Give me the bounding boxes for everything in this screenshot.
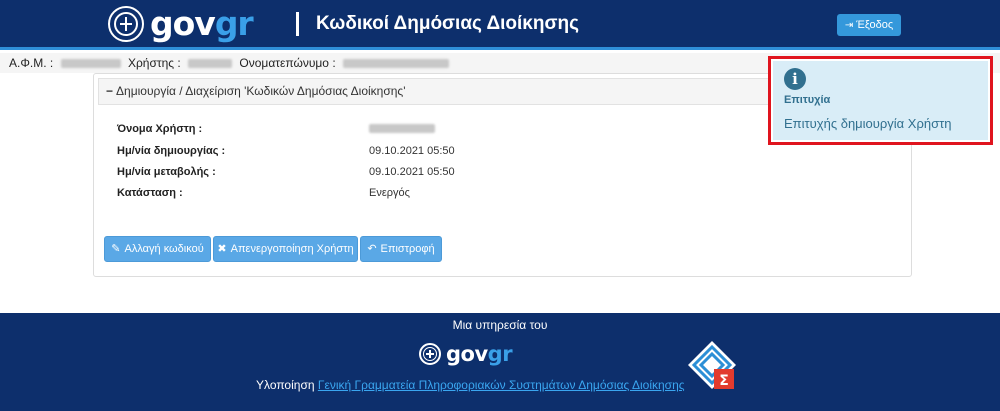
- deactivate-user-label: Απενεργοποίηση Χρήστη: [230, 243, 354, 255]
- status-label: Κατάσταση :: [117, 187, 183, 199]
- change-password-button[interactable]: ✎ Αλλαγή κωδικού: [104, 236, 211, 262]
- username-label: Όνομα Χρήστη :: [117, 123, 203, 135]
- info-icon: i: [784, 68, 806, 90]
- back-label: Επιστροφή: [380, 243, 435, 255]
- svg-text:Σ: Σ: [719, 373, 729, 389]
- impl-prefix: Υλοποίηση: [256, 378, 315, 392]
- deactivate-user-button[interactable]: ✖ Απενεργοποίηση Χρήστη: [213, 236, 358, 262]
- fullname-value-redacted: [343, 59, 449, 69]
- toast-message: Επιτυχής δημιουργία Χρήστη: [784, 116, 952, 131]
- success-toast[interactable]: i Επιτυχία Επιτυχής δημιουργία Χρήστη: [768, 56, 993, 145]
- logout-label: Έξοδος: [856, 19, 894, 31]
- afm-value-redacted: [60, 59, 121, 69]
- footer-implementation: Υλοποίηση Γενική Γραμματεία Πληροφοριακώ…: [256, 378, 685, 392]
- greek-emblem-icon: [108, 6, 144, 42]
- modified-date-label: Ημ/νία μεταβολής :: [117, 166, 216, 178]
- afm-label: Α.Φ.Μ. :: [9, 56, 54, 70]
- footer-govgr-logo[interactable]: govgr: [419, 341, 513, 367]
- created-date-label: Ημ/νία δημιουργίας :: [117, 145, 226, 157]
- back-button[interactable]: ↶ Επιστροφή: [360, 236, 442, 262]
- header-divider: [296, 12, 299, 36]
- footer-logo-main: gov: [446, 342, 488, 366]
- page-title: Κωδικοί Δημόσιας Διοίκησης: [316, 13, 579, 34]
- logo-text-main: gov: [150, 4, 216, 43]
- gsis-link[interactable]: Γενική Γραμματεία Πληροφοριακών Συστημάτ…: [318, 378, 685, 392]
- status-value: Ενεργός: [369, 187, 410, 199]
- user-value-redacted: [188, 59, 233, 69]
- footer-service-text: Μια υπηρεσία του: [452, 318, 548, 332]
- username-value-redacted: [369, 124, 435, 133]
- undo-icon: ↶: [367, 243, 377, 255]
- logo-text-accent: gr: [214, 4, 254, 43]
- toast-title: Επιτυχία: [784, 94, 831, 106]
- close-icon: ✖: [217, 243, 227, 255]
- edit-icon: ✎: [111, 243, 121, 255]
- gsis-logo-icon: Σ: [688, 341, 736, 389]
- collapse-icon: −: [106, 84, 114, 98]
- footer-greek-emblem-icon: [419, 343, 441, 365]
- user-label: Χρήστης :: [127, 56, 181, 70]
- footer-logo-accent: gr: [487, 342, 513, 366]
- logout-button[interactable]: ⇥ Έξοδος: [837, 14, 901, 36]
- govgr-logo[interactable]: govgr: [108, 4, 254, 44]
- panel-heading-text: Δημιουργία / Διαχείριση 'Κωδικών Δημόσια…: [116, 84, 406, 98]
- modified-date-value: 09.10.2021 05:50: [369, 166, 455, 178]
- change-password-label: Αλλαγή κωδικού: [124, 243, 204, 255]
- created-date-value: 09.10.2021 05:50: [369, 145, 455, 157]
- sign-out-icon: ⇥: [844, 20, 854, 31]
- fullname-label: Ονοματεπώνυμο :: [239, 56, 336, 70]
- footer: Μια υπηρεσία του govgr Υλοποίηση Γενική …: [0, 313, 1000, 411]
- top-header: govgr Κωδικοί Δημόσιας Διοίκησης ⇥ Έξοδος: [0, 0, 1000, 50]
